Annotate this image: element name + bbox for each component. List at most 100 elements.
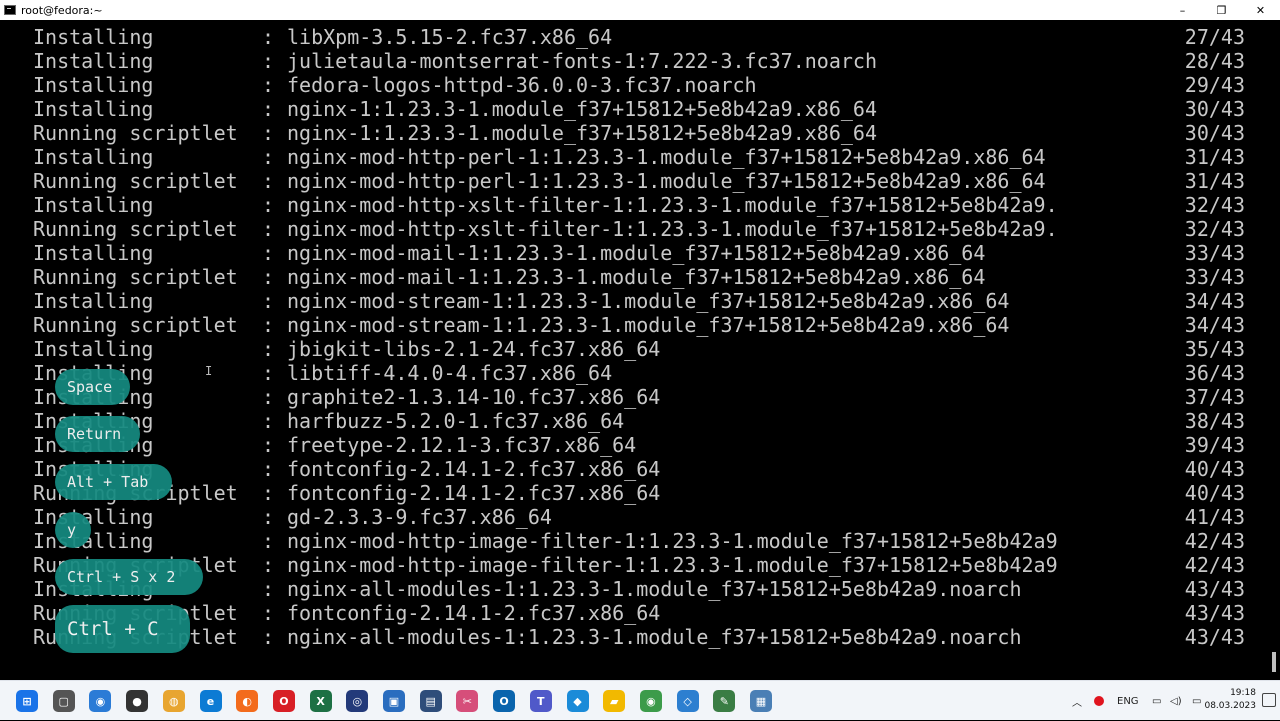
line-colon: :: [262, 73, 275, 97]
line-package: fontconfig-2.14.1-2.fc37.x86_64: [287, 601, 661, 625]
line-action: Installing: [33, 505, 154, 529]
line-package: nginx-all-modules-1:1.23.3-1.module_f37+…: [287, 625, 1022, 649]
circle-app-icon[interactable]: ◎: [346, 690, 369, 712]
keycap-ctrl-c: Ctrl + C: [55, 605, 190, 653]
notification-center-icon[interactable]: [1262, 693, 1276, 707]
network-icon[interactable]: ▭: [1152, 681, 1161, 721]
keycap-alt-tab: Alt + Tab: [55, 464, 172, 500]
line-colon: :: [262, 409, 275, 433]
battery-icon[interactable]: ▭: [1192, 681, 1201, 721]
line-progress-count: 38/43: [1184, 409, 1245, 433]
line-package: nginx-mod-stream-1:1.23.3-1.module_f37+1…: [287, 313, 1010, 337]
line-colon: :: [262, 49, 275, 73]
line-package: nginx-mod-http-image-filter-1:1.23.3-1.m…: [287, 529, 1058, 553]
line-progress-count: 35/43: [1184, 337, 1245, 361]
line-colon: :: [262, 97, 275, 121]
line-colon: :: [262, 169, 275, 193]
volume-icon[interactable]: ◁): [1170, 681, 1182, 721]
line-action: Running scriptlet: [33, 169, 238, 193]
windows-taskbar: ⊞ ▢ ◉ ● ◍ e ◐ O X ◎ ▣ ▤ ✂ O T ◆ ▰ ◉ ◇ ✎ ▦ ︿ ENG ▭ ◁) ▭ 19:18…: [0, 680, 1280, 720]
terminal-line: Installing:freetype-2.12.1-3.fc37.x86_64…: [0, 433, 1268, 457]
line-progress-count: 43/43: [1184, 625, 1245, 649]
windows-start-icon[interactable]: ⊞: [16, 690, 38, 712]
line-progress-count: 30/43: [1184, 97, 1245, 121]
edge-icon[interactable]: e: [199, 690, 222, 712]
line-colon: :: [262, 529, 275, 553]
line-action: Installing: [33, 337, 154, 361]
terminal-line: Installing:fontconfig-2.14.1-2.fc37.x86_…: [0, 457, 1268, 481]
maximize-button[interactable]: ❐: [1202, 0, 1241, 20]
window-title: root@fedora:~: [21, 3, 103, 17]
notepad-icon[interactable]: ✎: [713, 690, 736, 712]
minimize-button[interactable]: –: [1163, 0, 1202, 20]
system-clock[interactable]: 19:18 08.03.2023: [1204, 687, 1256, 713]
line-progress-count: 27/43: [1184, 25, 1245, 49]
line-progress-count: 28/43: [1184, 49, 1245, 73]
terminal-line: Running scriptlet: nginx-mod-http-perl-1:…: [0, 169, 1268, 193]
line-progress-count: 34/43: [1184, 289, 1245, 313]
line-progress-count: 33/43: [1184, 241, 1245, 265]
firefox-icon[interactable]: ◐: [236, 690, 259, 712]
keycap-ctrl-s-x2: Ctrl + S x 2: [55, 559, 203, 595]
line-colon: :: [262, 481, 275, 505]
terminal-line: Installing: nginx-1:1.23.3-1.module_f37+1…: [0, 97, 1268, 121]
terminal-icon[interactable]: ▤: [419, 690, 442, 712]
line-package: nginx-mod-stream-1:1.23.3-1.module_f37+1…: [287, 289, 1010, 313]
opera-icon[interactable]: O: [272, 690, 295, 712]
line-action: Installing: [33, 145, 154, 169]
line-colon: :: [262, 553, 275, 577]
recording-indicator-icon[interactable]: [1094, 681, 1104, 721]
excel-icon[interactable]: X: [309, 690, 332, 712]
language-indicator[interactable]: ENG: [1117, 681, 1139, 721]
line-package: graphite2-1.3.14-10.fc37.x86_64: [287, 385, 661, 409]
terminal-line: Installing: gd-2.3.3-9.fc37.x86_64 41/43: [0, 505, 1268, 529]
terminal-line: Running scriptlet: nginx-1:1.23.3-1.modul…: [0, 121, 1268, 145]
show-hidden-icons-chevron-icon[interactable]: ︿: [1072, 681, 1082, 721]
browser-globe-icon[interactable]: ◉: [89, 690, 112, 712]
obs-record-icon[interactable]: ●: [126, 690, 149, 712]
line-colon: :: [262, 433, 275, 457]
line-progress-count: 32/43: [1184, 217, 1245, 241]
window-titlebar: root@fedora:~ – ❐ ✕: [0, 0, 1280, 20]
remote-desktop-icon[interactable]: ▦: [750, 690, 772, 712]
line-action: Installing: [33, 193, 154, 217]
line-progress-count: 30/43: [1184, 121, 1245, 145]
outlook-icon[interactable]: O: [493, 690, 516, 712]
chrome-icon[interactable]: ◉: [639, 690, 662, 712]
task-view-icon[interactable]: ▢: [52, 690, 75, 712]
line-action: Installing: [33, 289, 154, 313]
line-package: julietaula-montserrat-fonts-1:7.222-3.fc…: [287, 49, 878, 73]
line-package: jbigkit-libs-2.1-24.fc37.x86_64: [287, 337, 661, 361]
scrollbar-thumb[interactable]: [1272, 652, 1276, 672]
chrome-canary-icon[interactable]: ◍: [162, 690, 185, 712]
text-cursor-icon: I: [205, 364, 213, 378]
line-package: nginx-mod-http-xslt-filter-1:1.23.3-1.mo…: [287, 217, 1058, 241]
line-colon: :: [262, 313, 275, 337]
file-explorer-icon[interactable]: ▰: [603, 690, 626, 712]
line-colon: :: [262, 385, 275, 409]
terminal-line: Installing: fedora-logos-httpd-36.0.0-3.f…: [0, 73, 1268, 97]
terminal-line: Installing:graphite2-1.3.14-10.fc37.x86_…: [0, 385, 1268, 409]
snipping-icon[interactable]: ✂: [456, 690, 479, 712]
line-colon: :: [262, 25, 275, 49]
line-action: Installing: [33, 241, 154, 265]
line-package: gd-2.3.3-9.fc37.x86_64: [287, 505, 552, 529]
terminal-line: Installing: nginx-mod-http-xslt-filter-1:…: [0, 193, 1268, 217]
line-action: Running scriptlet: [33, 313, 238, 337]
line-package: nginx-mod-http-image-filter-1:1.23.3-1.m…: [287, 553, 1058, 577]
line-package: nginx-mod-mail-1:1.23.3-1.module_f37+158…: [287, 265, 986, 289]
terminal-line: Installing: julietaula-montserrat-fonts-1…: [0, 49, 1268, 73]
sandbox-icon[interactable]: ◇: [676, 690, 699, 712]
terminal-line: Installing: nginx-mod-stream-1:1.23.3-1.m…: [0, 289, 1268, 313]
teams-icon[interactable]: T: [529, 690, 552, 712]
terminal-scrollbar[interactable]: [1268, 20, 1280, 680]
vscode-icon[interactable]: ◆: [566, 690, 589, 712]
close-button[interactable]: ✕: [1241, 0, 1280, 20]
line-progress-count: 43/43: [1184, 577, 1245, 601]
line-colon: :: [262, 337, 275, 361]
terminal-line: Installing: nginx-mod-mail-1:1.23.3-1.mod…: [0, 241, 1268, 265]
terminal-line: Installing: nginx-mod-http-perl-1:1.23.3-…: [0, 145, 1268, 169]
line-colon: :: [262, 577, 275, 601]
line-colon: :: [262, 145, 275, 169]
photos-icon[interactable]: ▣: [383, 690, 405, 712]
